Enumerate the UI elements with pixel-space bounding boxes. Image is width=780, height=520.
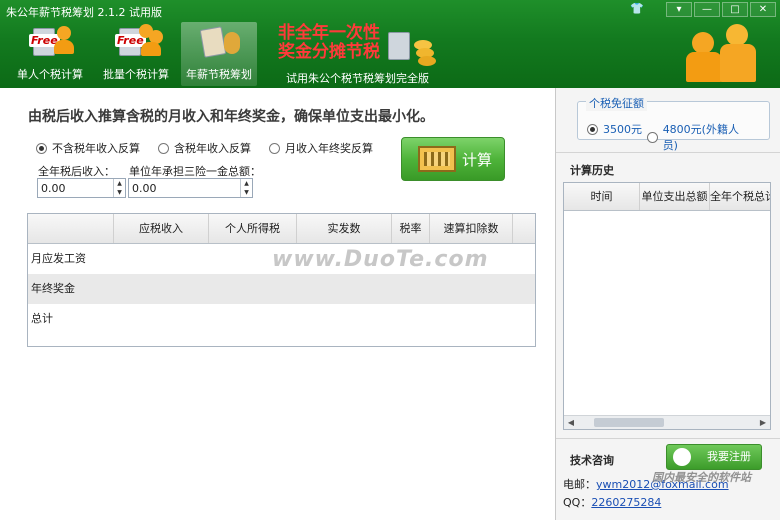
calculator-icon: Free [27,22,74,60]
radio-exemption-3500[interactable]: 3500元 [587,121,642,137]
col-taxable-income[interactable]: 应税收入 [114,214,209,243]
scroll-left-icon[interactable]: ◀ [564,416,578,429]
history-header: 时间 单位支出总额 全年个税总计 [564,183,770,211]
col-quick-deduction[interactable]: 速算扣除数 [430,214,513,243]
spinner-arrows[interactable]: ▲ ▼ [240,179,252,197]
annual-after-tax-input[interactable]: 0.00 ▲ ▼ [37,178,126,198]
side-panel: 个税免征额 3500元 4800元(外籍人员) 计算历史 时间 单位支出总额 全… [556,88,780,520]
qq-link[interactable]: 2260275284 [591,496,661,509]
radio-exemption-4800[interactable]: 4800元(外籍人员) [647,121,751,153]
col-net-pay[interactable]: 实发数 [297,214,392,243]
nav-label: 批量个税计算 [103,68,169,81]
smile-icon [673,448,691,466]
divider [556,152,780,153]
col-annual-tax-total[interactable]: 全年个税总计 [710,183,770,210]
calc-mode-radio-group: 不含税年收入反算 含税年收入反算 月收入年终奖反算 [36,140,391,156]
register-button[interactable]: 我要注册 [666,444,762,470]
watermark-text: 国内最安全的软件站 [652,471,751,484]
support-title: 技术咨询 [570,454,614,467]
nav-full-version[interactable]: 试用朱公个税节税筹划完全版 [286,70,429,86]
col-tax-rate[interactable]: 税率 [392,214,430,243]
nav-batch-tax[interactable]: Free 批量个税计算 [96,22,176,86]
close-button[interactable]: ✕ [750,2,776,17]
nav-label: 单人个税计算 [17,68,83,81]
group-calculator-icon: Free [113,22,163,60]
nav-annual-salary-planning[interactable]: 年薪节税筹划 [181,22,257,86]
calculate-button[interactable]: 计算 [401,137,505,181]
maximize-button[interactable]: □ [722,2,748,17]
annual-after-tax-label: 全年税后收入： [38,165,115,178]
col-time[interactable]: 时间 [564,183,640,210]
radio-dot [158,142,169,154]
radio-monthly-bonus[interactable]: 月收入年终奖反算 [269,140,373,156]
nav-single-tax[interactable]: Free 单人个税计算 [12,22,88,86]
radio-after-tax-income[interactable]: 不含税年收入反算 [36,140,140,156]
scroll-right-icon[interactable]: ▶ [756,416,770,429]
abacus-icon [418,146,456,172]
scroll-thumb[interactable] [594,418,664,427]
qq-row: QQ：2260275284 [563,496,662,509]
history-title: 计算历史 [570,164,614,177]
mascot-icon [676,24,768,86]
divider [556,438,780,439]
table-row[interactable]: 总计 [28,304,535,334]
col-personal-tax[interactable]: 个人所得税 [209,214,297,243]
promo-banner[interactable]: 非全年一次性 奖金分摊节税 [278,24,380,62]
horizontal-scrollbar[interactable]: ◀ ▶ [564,415,770,429]
window-title: 朱公年薪节税筹划 2.1.2 试用版 [6,6,162,19]
skin-icon[interactable]: 👕 [630,2,644,15]
money-bag-icon [196,22,242,60]
page-headline: 由税后收入推算含税的月收入和年终奖金，确保单位支出最小化。 [28,109,434,125]
minimize-button[interactable]: — [694,2,720,17]
window-controls: ▾ — □ ✕ [666,2,776,17]
radio-dot [269,142,280,154]
insurance-total-label: 单位年承担三险一金总额： [129,165,261,178]
col-total-spend[interactable]: 单位支出总额 [640,183,710,210]
exemption-group: 个税免征额 3500元 4800元(外籍人员) [577,95,770,152]
history-table: 时间 单位支出总额 全年个税总计 ◀ ▶ [563,182,771,430]
watermark-text: www.DuoTe.com [272,247,489,272]
exemption-title: 个税免征额 [586,95,647,111]
table-header: 应税收入 个人所得税 实发数 税率 速算扣除数 [28,214,535,244]
title-bar: 朱公年薪节税筹划 2.1.2 试用版 👕 ▾ — □ ✕ Free 单人个税计算… [0,0,780,88]
spinner-arrows[interactable]: ▲ ▼ [113,179,125,197]
radio-dot [647,131,658,143]
menu-dropdown-button[interactable]: ▾ [666,2,692,17]
result-table: 应税收入 个人所得税 实发数 税率 速算扣除数 月应发工资 年终奖金 总计 [27,213,536,347]
coins-icon [384,28,440,66]
radio-dot [36,142,47,154]
table-row[interactable]: 年终奖金 [28,274,535,304]
insurance-total-input[interactable]: 0.00 ▲ ▼ [128,178,253,198]
nav-label: 年薪节税筹划 [186,68,252,81]
main-panel: 由税后收入推算含税的月收入和年终奖金，确保单位支出最小化。 不含税年收入反算 含… [0,88,556,520]
radio-dot [587,123,598,135]
radio-pre-tax-income[interactable]: 含税年收入反算 [158,140,251,156]
